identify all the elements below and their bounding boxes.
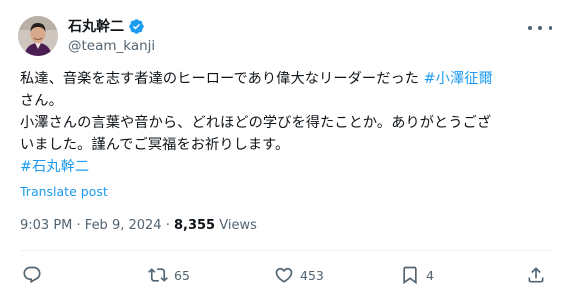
post-line: さん。 xyxy=(20,90,560,112)
hashtag-link[interactable]: #石丸幹二 xyxy=(20,159,89,175)
views-count: 8,355 xyxy=(173,218,216,233)
post-date[interactable]: Feb 9, 2024 xyxy=(85,218,162,233)
like-count: 453 xyxy=(300,267,324,283)
author-handle[interactable]: @team_kanji xyxy=(68,38,155,54)
translate-post-link[interactable]: Translate post xyxy=(20,184,108,199)
avatar-photo xyxy=(18,16,58,56)
hashtag-link[interactable]: #小澤征爾 xyxy=(424,71,493,87)
post-text-segment: 小澤さんの言葉や音から、どれほどの学びを得たことか。ありがとうござ xyxy=(20,115,492,131)
share-button[interactable] xyxy=(526,260,552,290)
avatar[interactable] xyxy=(18,16,58,56)
author-display-name[interactable]: 石丸幹二 xyxy=(68,16,124,36)
reply-button[interactable] xyxy=(22,260,48,290)
post-line: いました。謹んでご冥福をお祈りします。 xyxy=(20,134,560,156)
reply-icon xyxy=(23,266,41,284)
post-line: 私達、音楽を志す者達のヒーローであり偉大なリーダーだった #小澤征爾 xyxy=(20,68,560,90)
post-text-segment: さん。 xyxy=(20,93,63,109)
bookmark-icon xyxy=(403,266,417,285)
meta-separator: · xyxy=(161,218,174,233)
share-icon xyxy=(528,267,544,283)
verified-badge-icon xyxy=(129,18,144,34)
post-meta: 9:03 PM · Feb 9, 2024 · 8,355 Views xyxy=(20,218,257,233)
divider xyxy=(20,250,554,251)
post-text-segment: いました。謹んでご冥福をお祈りします。 xyxy=(20,137,290,153)
post-text: 私達、音楽を志す者達のヒーローであり偉大なリーダーだった #小澤征爾 さん。 小… xyxy=(20,68,560,178)
post-time[interactable]: 9:03 PM xyxy=(20,218,72,233)
bookmark-count: 4 xyxy=(426,267,434,283)
post-line: 小澤さんの言葉や音から、どれほどの学びを得たことか。ありがとうござ xyxy=(20,112,560,134)
retweet-icon xyxy=(148,268,168,282)
action-bar: 65 453 4 xyxy=(0,260,574,290)
views-label: Views xyxy=(215,218,257,233)
like-button[interactable]: 453 xyxy=(274,260,324,290)
meta-separator: · xyxy=(72,218,85,233)
retweet-button[interactable]: 65 xyxy=(148,260,190,290)
post-line: #石丸幹二 xyxy=(20,156,560,178)
post-text-segment: 私達、音楽を志す者達のヒーローであり偉大なリーダーだった xyxy=(20,71,424,87)
bookmark-button[interactable]: 4 xyxy=(400,260,434,290)
retweet-count: 65 xyxy=(174,267,190,283)
more-options-icon[interactable] xyxy=(528,18,552,38)
post-card: 石丸幹二 @team_kanji 私達、音楽を志す者達のヒーローであり偉大なリー… xyxy=(0,0,574,304)
heart-icon xyxy=(275,267,293,283)
